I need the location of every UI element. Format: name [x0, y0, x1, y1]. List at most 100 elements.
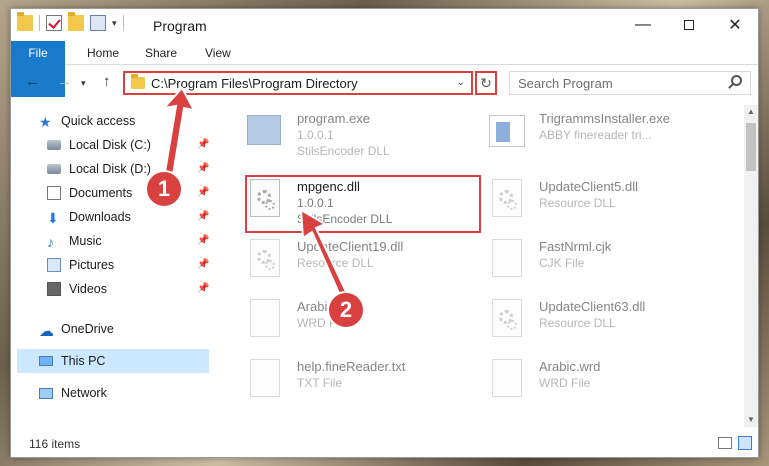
file-version: 1.0.0.1: [297, 128, 334, 142]
sidebar-item-documents[interactable]: Documents: [47, 181, 209, 205]
file-name: TrigrammsInstaller.exe: [539, 111, 670, 126]
folder-icon: [17, 12, 33, 31]
tab-home[interactable]: Home: [77, 41, 129, 65]
cloud-icon: ☁: [39, 323, 54, 340]
document-icon: [47, 186, 61, 200]
quick-access-toolbar: ▾: [17, 12, 124, 31]
sidebar-item-onedrive[interactable]: ☁ OneDrive: [39, 317, 209, 341]
sidebar-item-label: Pictures: [69, 258, 115, 272]
sidebar-item-local-disk-c[interactable]: Local Disk (C:): [47, 133, 209, 157]
list-item[interactable]: UpdateClient5.dll Resource DLL: [483, 175, 723, 231]
drive-icon: [47, 164, 61, 174]
pin-icon: 📌: [197, 259, 210, 270]
computer-icon: [39, 356, 53, 366]
sidebar-item-music[interactable]: ♪ Music: [47, 229, 209, 253]
list-item[interactable]: UpdateClient19.dll Resource DLL: [241, 235, 481, 291]
sidebar-item-videos[interactable]: Videos: [47, 277, 209, 301]
file-explorer-window: ▾ Program — ✕ File Home Share View ← → ▾…: [10, 8, 759, 458]
file-icon: [247, 359, 283, 399]
sidebar-item-pictures[interactable]: Pictures: [47, 253, 209, 277]
file-description: WRD File: [539, 376, 591, 390]
list-item[interactable]: Arabic.wrd WRD File: [483, 355, 723, 411]
address-bar[interactable]: C:\Program Files\Program Directory ⌄: [123, 71, 473, 95]
step-1-badge: 1: [145, 170, 183, 208]
sidebar-item-label: Network: [61, 386, 107, 400]
refresh-button[interactable]: ↻: [475, 71, 497, 95]
sidebar-item-label: Music: [69, 234, 102, 248]
sidebar-item-network[interactable]: Network: [39, 381, 209, 405]
drive-icon: [47, 140, 61, 150]
search-input[interactable]: Search Program: [509, 71, 751, 95]
sidebar-item-label: Quick access: [61, 114, 136, 128]
ribbon-tabs: File Home Share View: [11, 41, 758, 97]
step-2-badge: 2: [327, 291, 365, 329]
status-bar: 116 items: [11, 433, 758, 457]
item-count: 116 items: [29, 437, 81, 451]
tab-view[interactable]: View: [195, 41, 241, 65]
vertical-scrollbar[interactable]: ▲ ▼: [744, 105, 758, 427]
address-row: ← → ▾ ↑ C:\Program Files\Program Directo…: [11, 65, 758, 99]
list-item[interactable]: TrigrammsInstaller.exe ABBY finereader t…: [483, 107, 723, 163]
file-name: UpdateClient63.dll: [539, 299, 646, 314]
sidebar-item-this-pc[interactable]: This PC: [17, 349, 209, 373]
address-chevron-down-icon[interactable]: ⌄: [457, 77, 465, 88]
up-arrow-icon[interactable]: ↑: [103, 73, 111, 90]
pin-icon: 📌: [197, 139, 210, 150]
toolbar-divider: [39, 15, 40, 31]
list-item[interactable]: help.fineReader.txt TXT File: [241, 355, 481, 411]
list-item[interactable]: FastNrml.cjk CJK File: [483, 235, 723, 291]
scrollbar-thumb[interactable]: [746, 123, 756, 171]
list-item[interactable]: UpdateClient63.dll Resource DLL: [483, 295, 723, 351]
dll-icon: [489, 299, 525, 339]
installer-icon: [489, 111, 525, 151]
scroll-up-icon[interactable]: ▲: [744, 105, 758, 119]
file-name: help.fineReader.txt: [297, 359, 406, 374]
file-description: CJK File: [539, 256, 585, 270]
pin-icon: 📌: [197, 235, 210, 246]
file-list: program.exe 1.0.0.1 StilsEncoder DLL Tri…: [213, 105, 745, 425]
sidebar-item-label: Local Disk (C:): [69, 138, 151, 152]
address-path: C:\Program Files\Program Directory: [151, 75, 358, 91]
sidebar-item-label: Downloads: [69, 210, 131, 224]
search-placeholder: Search Program: [518, 75, 613, 91]
file-description: TXT File: [297, 376, 343, 390]
file-name: FastNrml.cjk: [539, 239, 612, 254]
folder-icon: [131, 74, 145, 89]
file-description: Resource DLL: [539, 316, 616, 330]
forward-arrow-icon[interactable]: →: [57, 73, 72, 90]
sidebar-item-local-disk-d[interactable]: Local Disk (D:): [47, 157, 209, 181]
sidebar-item-quick-access[interactable]: ★ Quick access: [39, 109, 209, 133]
properties-check-icon[interactable]: [46, 15, 62, 31]
details-view-icon[interactable]: [718, 437, 732, 449]
file-icon: [489, 239, 525, 279]
properties-icon[interactable]: [90, 15, 106, 31]
close-button[interactable]: ✕: [712, 9, 758, 41]
large-icons-view-icon[interactable]: [738, 436, 752, 450]
network-icon: [39, 387, 53, 399]
file-icon: [247, 299, 283, 339]
maximize-button[interactable]: [666, 9, 712, 41]
list-item[interactable]: program.exe 1.0.0.1 StilsEncoder DLL: [241, 107, 481, 163]
maximize-icon: [684, 20, 694, 30]
file-name: Arabic.wrd: [539, 359, 601, 374]
back-arrow-icon[interactable]: ←: [25, 73, 40, 90]
new-folder-icon[interactable]: [68, 12, 84, 31]
title-bar: ▾ Program — ✕: [11, 9, 758, 41]
dll-icon: [247, 239, 283, 279]
dll-icon: [489, 179, 525, 219]
pin-icon: 📌: [197, 283, 210, 294]
toolbar-divider: [122, 15, 124, 31]
customize-toolbar-chevron-icon[interactable]: ▾: [112, 18, 117, 29]
file-description: Resource DLL: [539, 196, 616, 210]
tab-share[interactable]: Share: [135, 41, 187, 65]
sidebar-item-downloads[interactable]: ⬇ Downloads: [47, 205, 209, 229]
scroll-down-icon[interactable]: ▼: [744, 413, 758, 427]
recent-locations-chevron-icon[interactable]: ▾: [81, 78, 86, 89]
minimize-button[interactable]: —: [620, 9, 666, 41]
sidebar-item-label: Videos: [69, 282, 107, 296]
refresh-icon: ↻: [480, 74, 492, 91]
pin-icon: 📌: [197, 211, 210, 222]
exe-icon: [247, 111, 283, 151]
file-description: Resource DLL: [297, 256, 374, 270]
pictures-icon: [47, 258, 61, 272]
